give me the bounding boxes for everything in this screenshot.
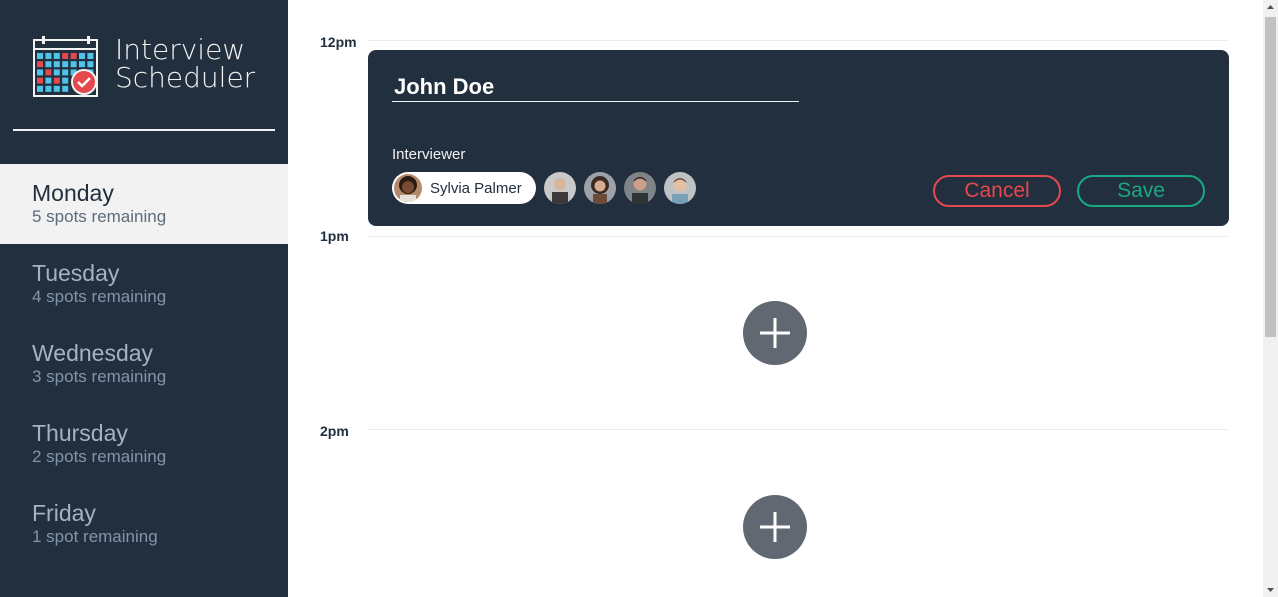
logo-cell xyxy=(53,69,60,76)
app-title-line1: Interview xyxy=(115,33,246,66)
day-name: Monday xyxy=(32,180,114,206)
day-spots: 3 spots remaining xyxy=(32,367,167,386)
logo-cell xyxy=(37,69,43,76)
logo-cell xyxy=(45,85,52,92)
day-name: Wednesday xyxy=(32,340,154,366)
interviewer-item[interactable] xyxy=(664,172,696,204)
logo-cell xyxy=(62,53,69,59)
day-spots: 1 spot remaining xyxy=(32,527,158,546)
save-button[interactable]: Save xyxy=(1077,175,1205,207)
avatar xyxy=(544,172,576,204)
logo-cell xyxy=(62,61,69,68)
logo-cell xyxy=(45,53,52,59)
schedule: 12pm Interviewer Sylvia Palmer xyxy=(288,0,1263,597)
logo-cell xyxy=(45,69,52,76)
logo-cell xyxy=(53,77,60,84)
scroll-up-arrow-icon[interactable] xyxy=(1263,0,1278,15)
avatar xyxy=(584,172,616,204)
logo-cell xyxy=(53,85,60,92)
time-divider xyxy=(368,429,1228,430)
logo-cell xyxy=(45,61,52,68)
logo-cell xyxy=(62,77,69,84)
avatar xyxy=(394,174,422,202)
day-item-thursday[interactable]: Thursday 2 spots remaining xyxy=(0,404,288,484)
calendar-check-icon xyxy=(33,36,98,97)
sidebar-divider xyxy=(13,129,275,131)
logo-cell xyxy=(70,61,77,68)
logo-cell xyxy=(79,53,85,59)
day-item-monday[interactable]: Monday 5 spots remaining xyxy=(0,164,288,244)
scrollbar[interactable] xyxy=(1263,0,1278,597)
interviewer-item[interactable] xyxy=(584,172,616,204)
logo-cell xyxy=(37,77,43,84)
scroll-thumb[interactable] xyxy=(1265,17,1276,337)
sidebar: Interview Scheduler Monday 5 spots remai… xyxy=(0,0,288,597)
logo-cell xyxy=(62,69,69,76)
interviewer-item[interactable] xyxy=(624,172,656,204)
logo-cell xyxy=(37,85,43,92)
avatar xyxy=(664,172,696,204)
time-label-12pm: 12pm xyxy=(320,34,357,50)
interviewer-item-selected[interactable]: Sylvia Palmer xyxy=(392,172,536,204)
logo-cell xyxy=(79,61,85,68)
day-name: Tuesday xyxy=(32,260,120,286)
day-name: Thursday xyxy=(32,420,128,446)
add-appointment-button[interactable] xyxy=(743,301,807,365)
logo-cell xyxy=(53,61,60,68)
cancel-button[interactable]: Cancel xyxy=(933,175,1061,207)
day-list: Monday 5 spots remaining Tuesday 4 spots… xyxy=(0,164,288,564)
day-item-tuesday[interactable]: Tuesday 4 spots remaining xyxy=(0,244,288,324)
scroll-down-arrow-icon[interactable] xyxy=(1263,582,1278,597)
logo-cell xyxy=(37,61,43,68)
logo-cell xyxy=(87,53,94,59)
day-item-friday[interactable]: Friday 1 spot remaining xyxy=(0,484,288,564)
interviewer-label: Interviewer xyxy=(392,146,466,163)
day-spots: 5 spots remaining xyxy=(32,207,167,226)
interviewer-item[interactable] xyxy=(544,172,576,204)
day-item-wednesday[interactable]: Wednesday 3 spots remaining xyxy=(0,324,288,404)
logo-cell xyxy=(70,53,77,59)
appointment-form: Interviewer Sylvia Palmer xyxy=(368,50,1229,226)
time-label-2pm: 2pm xyxy=(320,423,349,439)
interviewer-name: Sylvia Palmer xyxy=(430,179,522,197)
time-divider xyxy=(368,236,1228,237)
logo-cell xyxy=(45,77,52,84)
app-title-line2: Scheduler xyxy=(115,61,256,94)
plus-icon xyxy=(760,512,790,542)
app-title: Interview Scheduler xyxy=(115,36,295,92)
plus-icon xyxy=(760,318,790,348)
day-spots: 4 spots remaining xyxy=(32,287,167,306)
logo-cell xyxy=(53,53,60,59)
student-name-input[interactable] xyxy=(392,72,799,102)
add-appointment-button[interactable] xyxy=(743,495,807,559)
logo-cell xyxy=(37,53,43,59)
day-name: Friday xyxy=(32,500,96,526)
logo-cell xyxy=(87,61,94,68)
day-spots: 2 spots remaining xyxy=(32,447,167,466)
time-divider xyxy=(368,40,1228,41)
avatar xyxy=(624,172,656,204)
time-label-1pm: 1pm xyxy=(320,228,349,244)
logo-cell xyxy=(62,85,69,92)
